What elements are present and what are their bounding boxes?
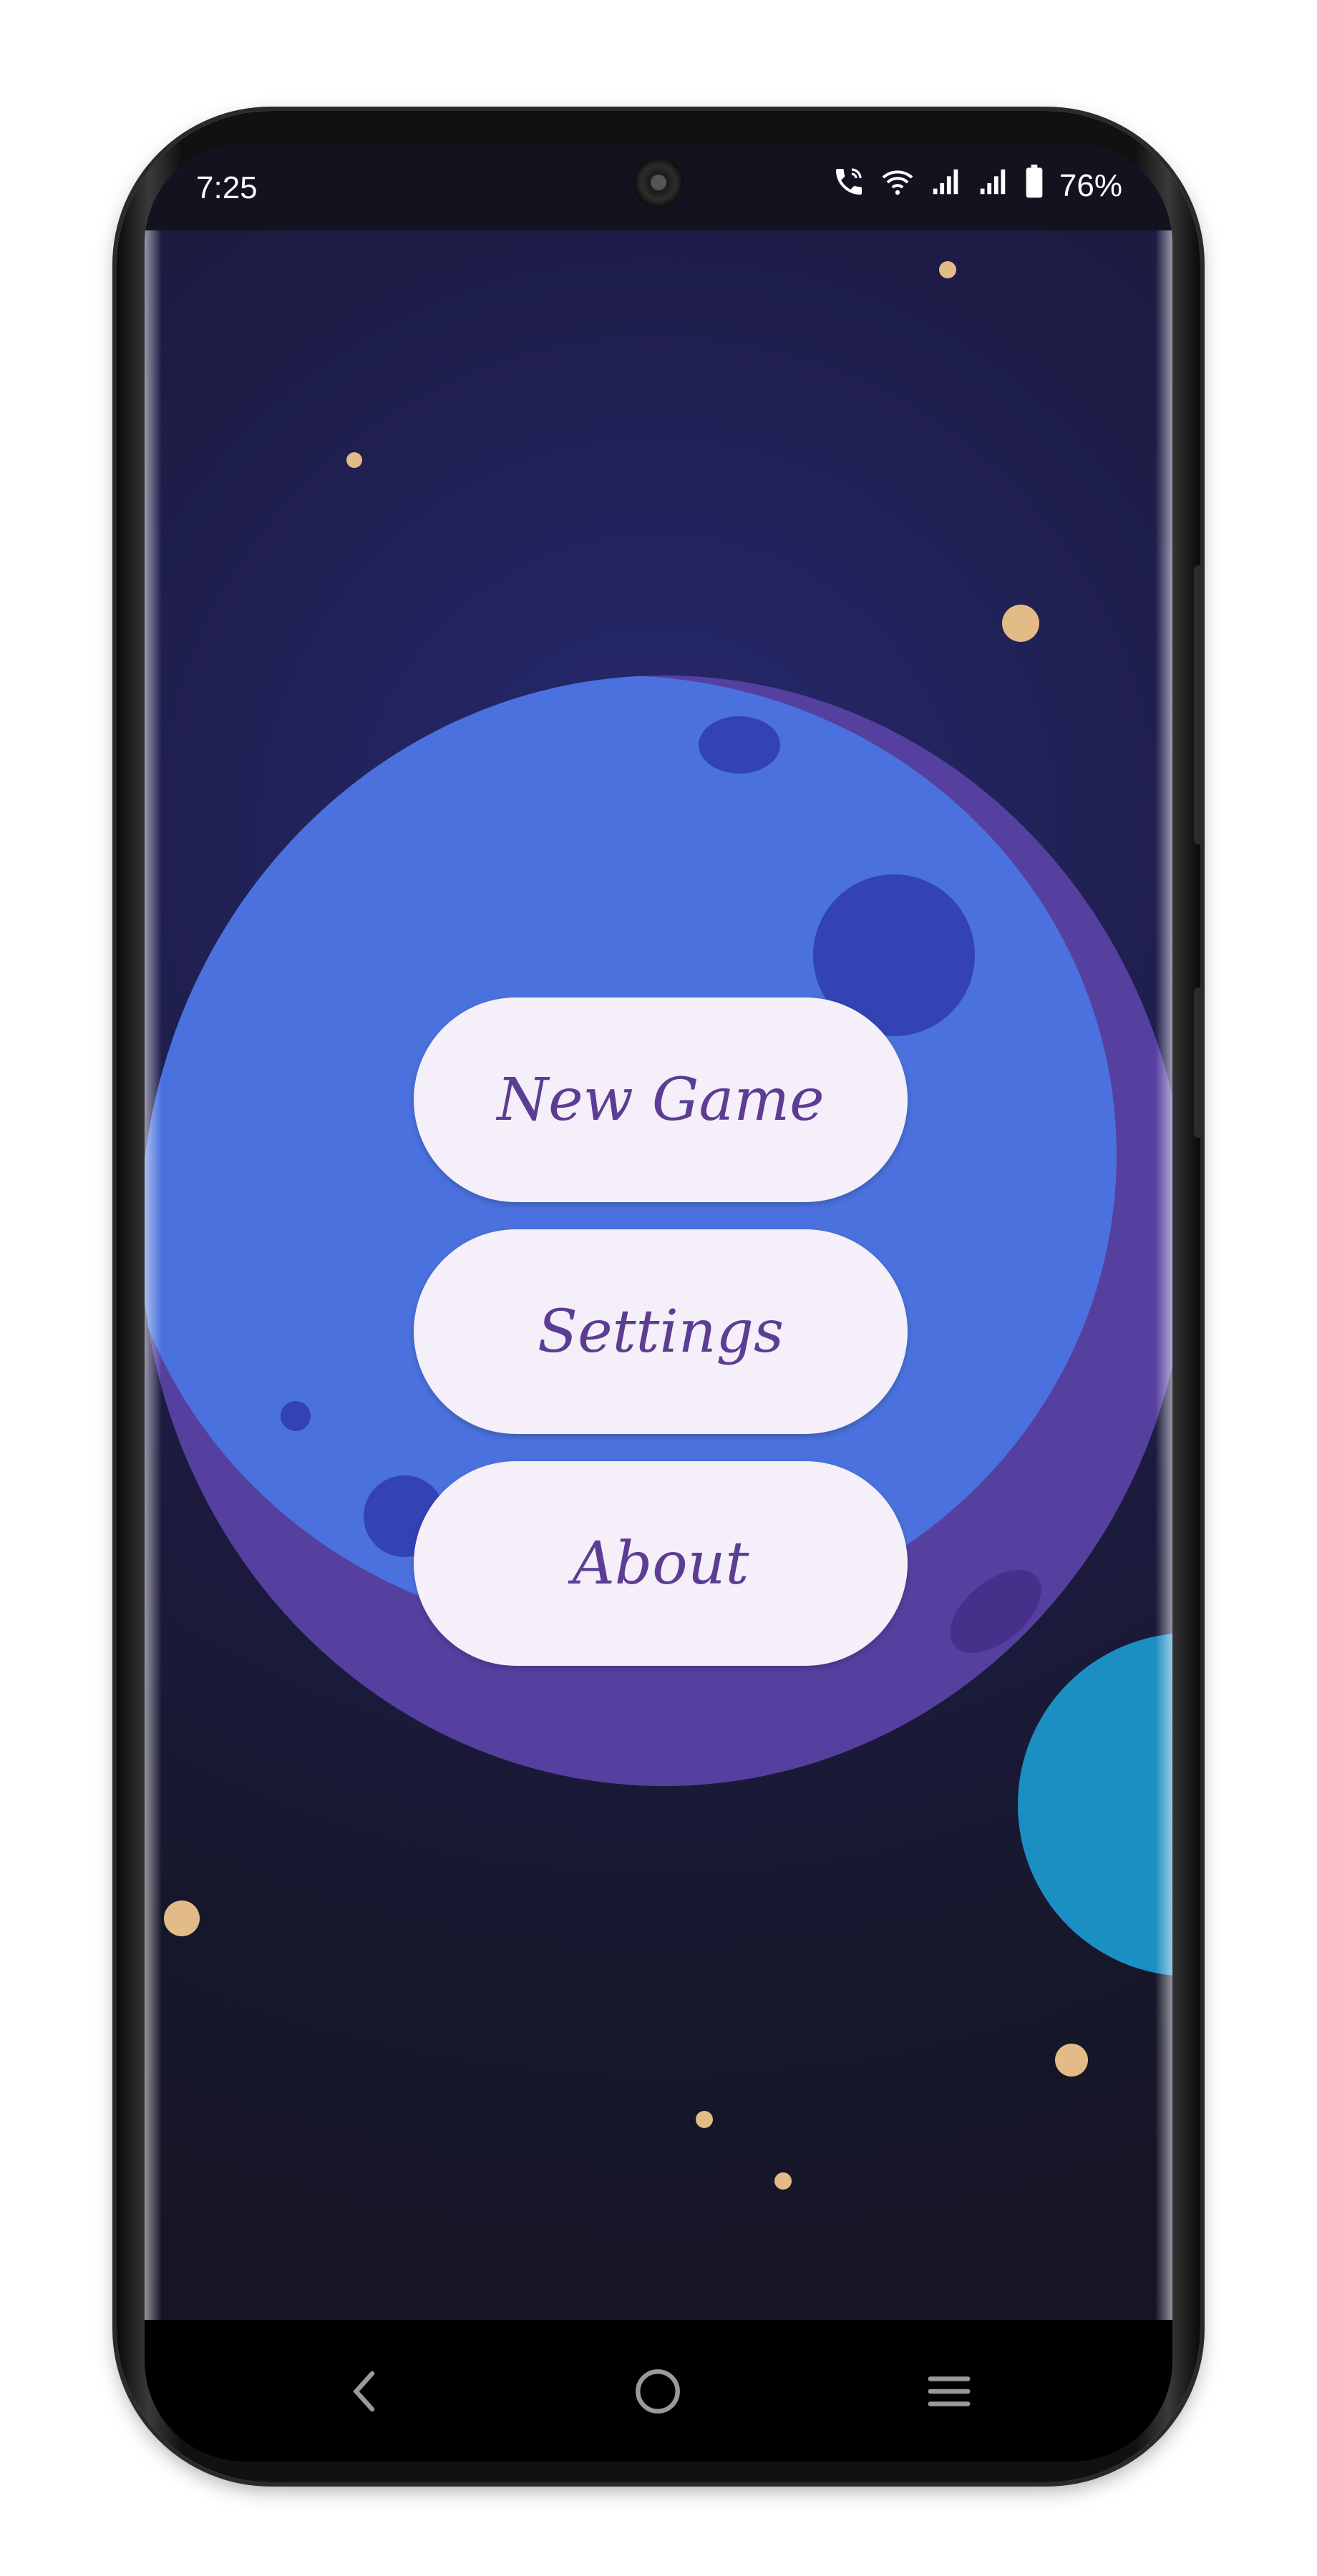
about-button[interactable]: About	[414, 1461, 908, 1666]
status-time: 7:25	[196, 170, 258, 205]
star	[939, 261, 956, 278]
new-game-button[interactable]: New Game	[414, 997, 908, 1202]
back-icon[interactable]	[329, 2356, 401, 2427]
wifi-icon	[880, 165, 915, 207]
small-planet-illustration	[1018, 1633, 1172, 1976]
star	[1002, 605, 1039, 642]
planet-crater	[935, 1553, 1056, 1669]
volume-button	[1194, 565, 1204, 844]
main-menu: New Game Settings About	[414, 997, 908, 1693]
battery-percentage: 76%	[1059, 167, 1122, 203]
signal-icon	[929, 165, 962, 206]
planet-crater	[281, 1401, 311, 1431]
planet-crater	[699, 716, 780, 774]
signal-icon	[976, 165, 1009, 206]
battery-icon	[1024, 165, 1045, 207]
recents-icon[interactable]	[913, 2356, 985, 2427]
star	[774, 2172, 792, 2190]
home-icon[interactable]	[622, 2356, 694, 2427]
star	[696, 2111, 713, 2128]
wifi-calling-icon	[832, 165, 866, 207]
settings-button[interactable]: Settings	[414, 1229, 908, 1434]
power-button	[1194, 987, 1204, 1138]
star	[1055, 2044, 1088, 2077]
navigation-bar	[145, 2320, 1172, 2462]
screen-edge-highlight	[145, 143, 162, 2462]
screen-edge-highlight	[1155, 143, 1172, 2462]
star	[164, 1901, 200, 1936]
star	[346, 452, 362, 468]
app-screen: 7:25 76% New Game Settings About	[145, 143, 1172, 2462]
front-camera	[633, 157, 684, 208]
status-bar: 7:25 76%	[145, 143, 1172, 230]
status-icons: 76%	[832, 165, 1122, 207]
